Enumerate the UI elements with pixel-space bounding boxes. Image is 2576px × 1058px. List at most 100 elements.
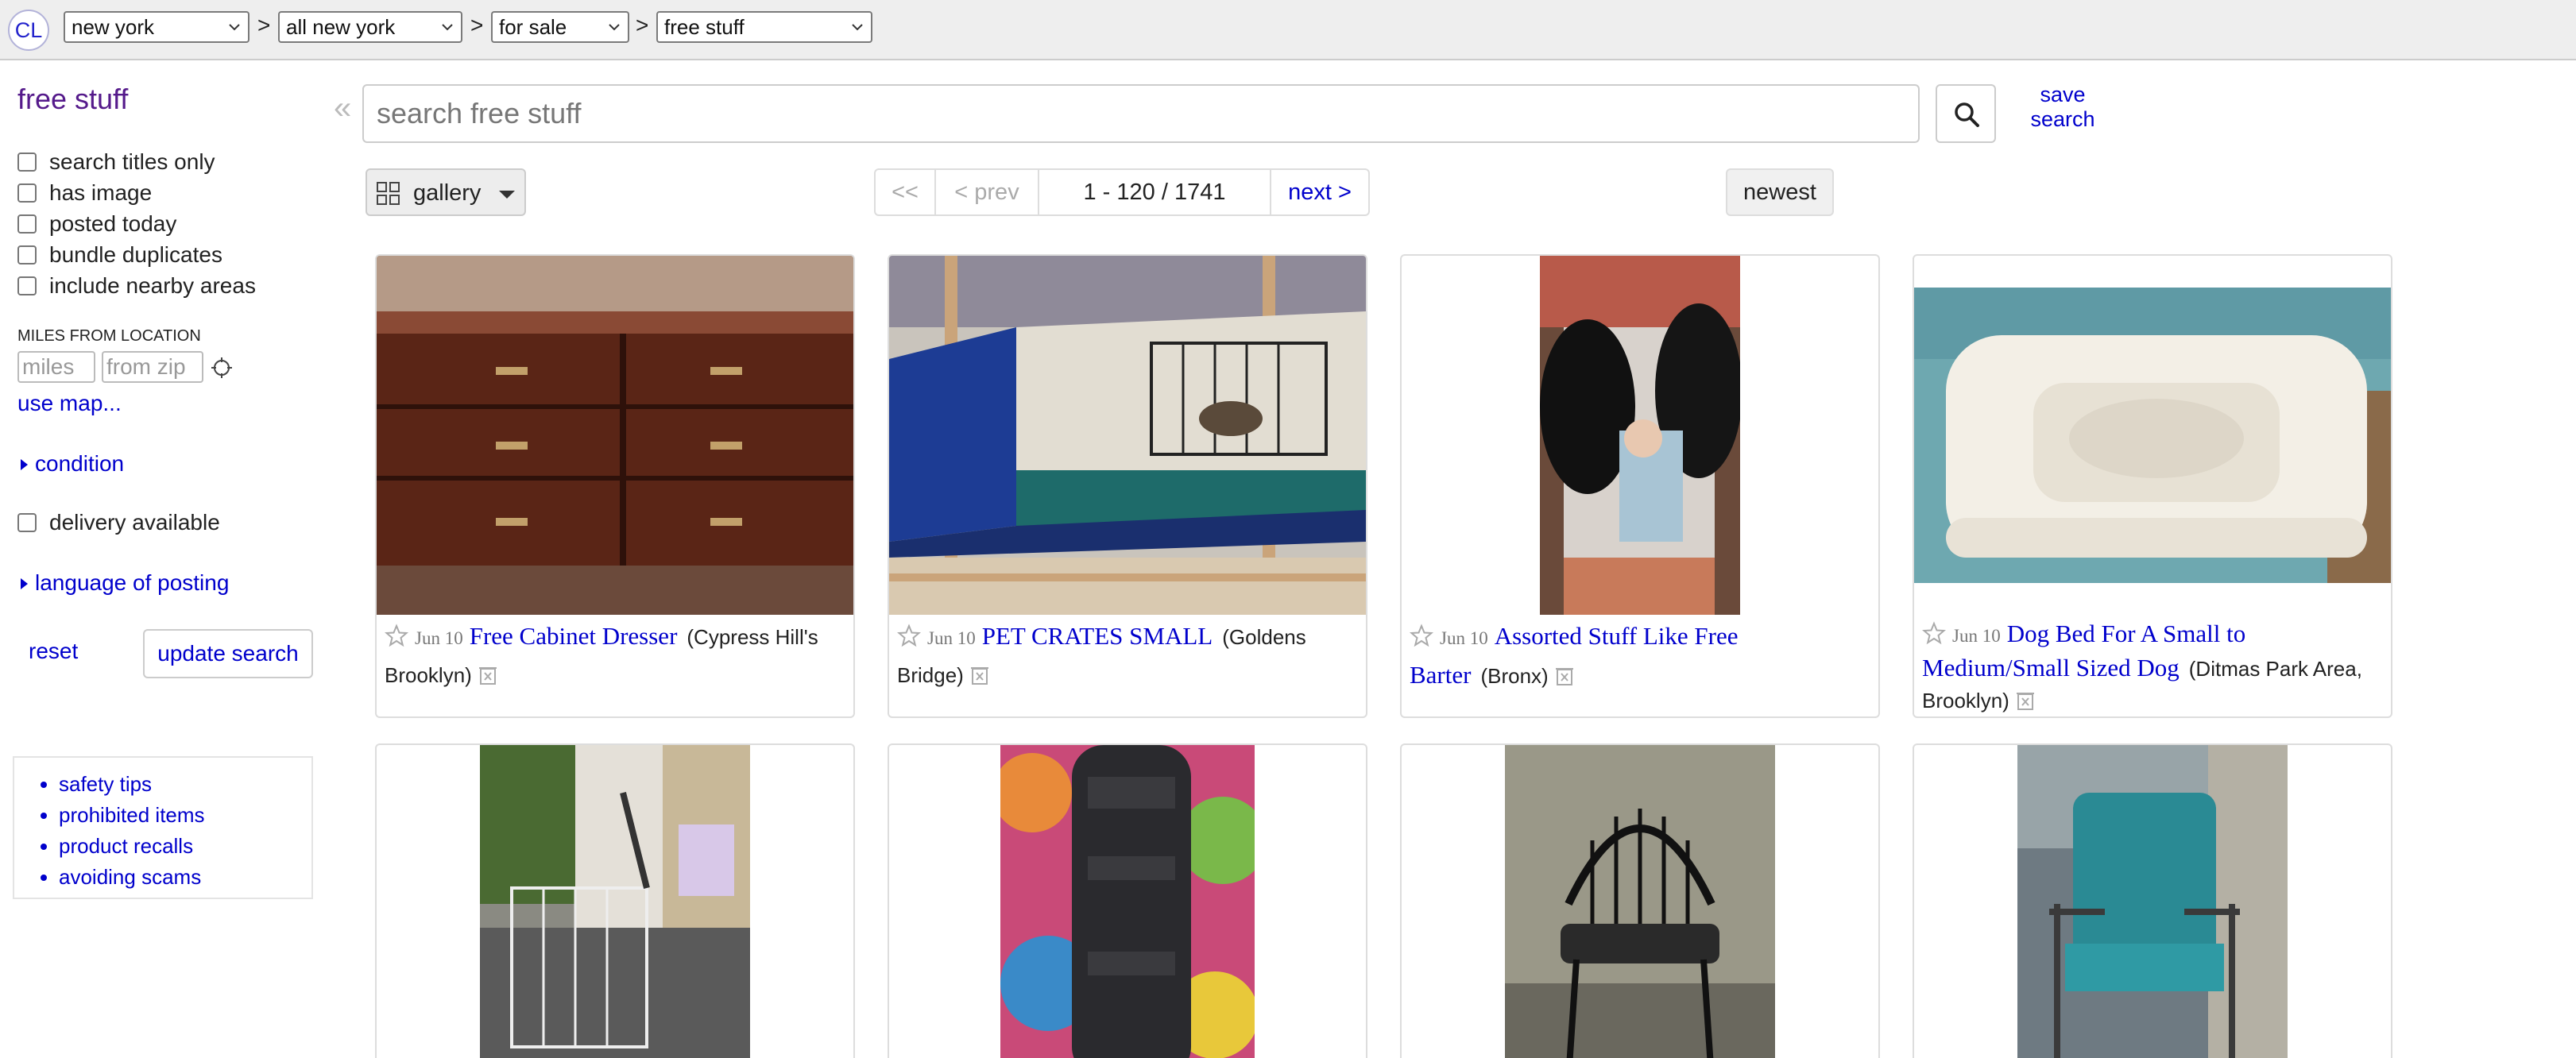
sort-dropdown[interactable]: newest <box>1726 168 1834 216</box>
safety-tips-link[interactable]: safety tips <box>59 769 205 800</box>
miles-input[interactable]: miles <box>17 351 95 383</box>
checkbox-box[interactable] <box>17 245 37 264</box>
trash-icon[interactable] <box>2016 690 2035 711</box>
trash-icon[interactable] <box>478 665 497 685</box>
checkbox-label: bundle duplicates <box>49 242 222 267</box>
next-page-button[interactable]: next > <box>1271 170 1368 214</box>
listing-date: Jun 10 <box>1440 628 1488 648</box>
language-of-posting-toggle[interactable]: language of posting <box>35 570 229 596</box>
chevron-down-icon <box>442 24 453 31</box>
checkbox-box[interactable] <box>17 276 37 295</box>
locate-icon[interactable] <box>210 356 234 380</box>
subarea-select[interactable]: all new york <box>278 11 462 43</box>
caret-down-icon <box>499 191 515 199</box>
collapse-sidebar-icon[interactable]: « <box>334 91 351 126</box>
listing-card[interactable] <box>375 743 855 1058</box>
checkbox-box[interactable] <box>17 214 37 234</box>
star-icon[interactable] <box>1410 624 1433 647</box>
listing-card[interactable] <box>1400 743 1880 1058</box>
top-bar: CL new york > all new york > for sale > … <box>0 0 2576 60</box>
section-value: for sale <box>499 15 567 39</box>
listing-photo[interactable] <box>1000 745 1255 1058</box>
assorted-stuff-photo <box>1540 256 1740 615</box>
listing-title[interactable]: PET CRATES SMALL <box>982 622 1213 650</box>
gallery-grid-icon <box>377 182 400 205</box>
checkbox-label: delivery available <box>49 510 220 535</box>
region-select[interactable]: new york <box>64 11 249 43</box>
listing-photo[interactable] <box>1505 745 1775 1058</box>
sidebar-title: free stuff <box>17 83 129 115</box>
zip-input[interactable]: from zip <box>102 351 203 383</box>
trash-icon[interactable] <box>970 665 989 685</box>
listing-meta: Jun 10 Assorted Stuff Like Free Barter (Br… <box>1410 618 1870 694</box>
pagination: << < prev 1 - 120 / 1741 next > <box>874 168 1370 216</box>
prev-page-button[interactable]: < prev <box>936 170 1038 214</box>
listing-card[interactable]: Jun 10 Dog Bed For A Small to Medium/Smal… <box>1913 254 2392 718</box>
page-range: 1 - 120 / 1741 <box>1083 180 1226 205</box>
search-input[interactable]: search free stuff <box>362 84 1920 143</box>
listing-photo[interactable] <box>1540 256 1740 615</box>
miles-from-location-label: MILES FROM LOCATION <box>17 327 201 345</box>
listing-title[interactable]: Free Cabinet Dresser <box>470 622 678 650</box>
checkbox-label: has image <box>49 180 153 205</box>
star-icon[interactable] <box>1922 621 1946 645</box>
checkbox-box[interactable] <box>17 183 37 203</box>
listing-card[interactable] <box>888 743 1367 1058</box>
product-recalls-link[interactable]: product recalls <box>59 831 205 862</box>
update-search-button[interactable]: update search <box>143 629 313 678</box>
listing-photo[interactable] <box>2017 745 2288 1058</box>
breadcrumb-separator: > <box>636 13 649 37</box>
chevron-down-icon <box>229 24 240 31</box>
orthopedic-boot-photo <box>1000 745 1255 1058</box>
checkbox-box[interactable] <box>17 153 37 172</box>
star-icon[interactable] <box>385 624 408 647</box>
view-mode-label: gallery <box>413 180 482 206</box>
listing-date: Jun 10 <box>1952 626 2001 646</box>
patio-chair-photo <box>2017 745 2288 1058</box>
reset-link[interactable]: reset <box>29 639 78 664</box>
listing-photo[interactable] <box>480 745 750 1058</box>
region-value: new york <box>72 15 155 39</box>
breadcrumb-separator: > <box>257 13 271 37</box>
checkbox-label: posted today <box>49 211 177 236</box>
chevron-down-icon <box>852 24 863 31</box>
checkbox-box[interactable] <box>17 513 37 532</box>
prohibited-items-link[interactable]: prohibited items <box>59 800 205 831</box>
dog-bed-photo <box>1914 288 2391 583</box>
listing-date: Jun 10 <box>415 628 463 648</box>
listing-card[interactable]: Jun 10 PET CRATES SMALL (Goldens Bridge) <box>888 254 1367 718</box>
wooden-chair-photo <box>1505 745 1775 1058</box>
save-search-link[interactable]: save search <box>2029 83 2096 132</box>
craigslist-logo[interactable]: CL <box>8 10 49 51</box>
listing-card[interactable]: Jun 10 Assorted Stuff Like Free Barter (Br… <box>1400 254 1880 718</box>
search-button[interactable] <box>1936 84 1996 143</box>
dresser-photo <box>377 256 853 615</box>
checkbox-label: include nearby areas <box>49 273 256 298</box>
listing-photo[interactable] <box>889 256 1366 615</box>
category-select[interactable]: free stuff <box>656 11 872 43</box>
listing-location: (Bronx) <box>1480 664 1549 688</box>
subarea-value: all new york <box>286 15 396 39</box>
listing-card[interactable]: Jun 10 Free Cabinet Dresser (Cypress Hill'… <box>375 254 855 718</box>
expand-triangle-icon[interactable] <box>21 459 28 470</box>
expand-triangle-icon[interactable] <box>21 578 28 589</box>
breadcrumb-separator: > <box>470 13 484 37</box>
avoiding-scams-link[interactable]: avoiding scams <box>59 862 205 893</box>
safety-links-list: safety tips prohibited items product rec… <box>59 769 205 893</box>
section-select[interactable]: for sale <box>491 11 629 43</box>
use-map-link[interactable]: use map... <box>17 391 122 416</box>
category-value: free stuff <box>664 15 745 39</box>
condition-toggle[interactable]: condition <box>35 451 124 477</box>
listing-photo[interactable] <box>1914 288 2391 583</box>
search-icon <box>1955 102 1979 127</box>
listing-photo[interactable] <box>377 256 853 615</box>
star-icon[interactable] <box>897 624 921 647</box>
first-page-button[interactable]: << <box>876 170 934 214</box>
trash-icon[interactable] <box>1555 666 1574 686</box>
listing-card[interactable] <box>1913 743 2392 1058</box>
pet-crate-photo <box>889 256 1366 615</box>
checkbox-label: search titles only <box>49 149 215 174</box>
listing-date: Jun 10 <box>927 628 976 648</box>
view-mode-dropdown[interactable]: gallery <box>366 168 526 216</box>
save-search-line2: search <box>2030 107 2095 131</box>
